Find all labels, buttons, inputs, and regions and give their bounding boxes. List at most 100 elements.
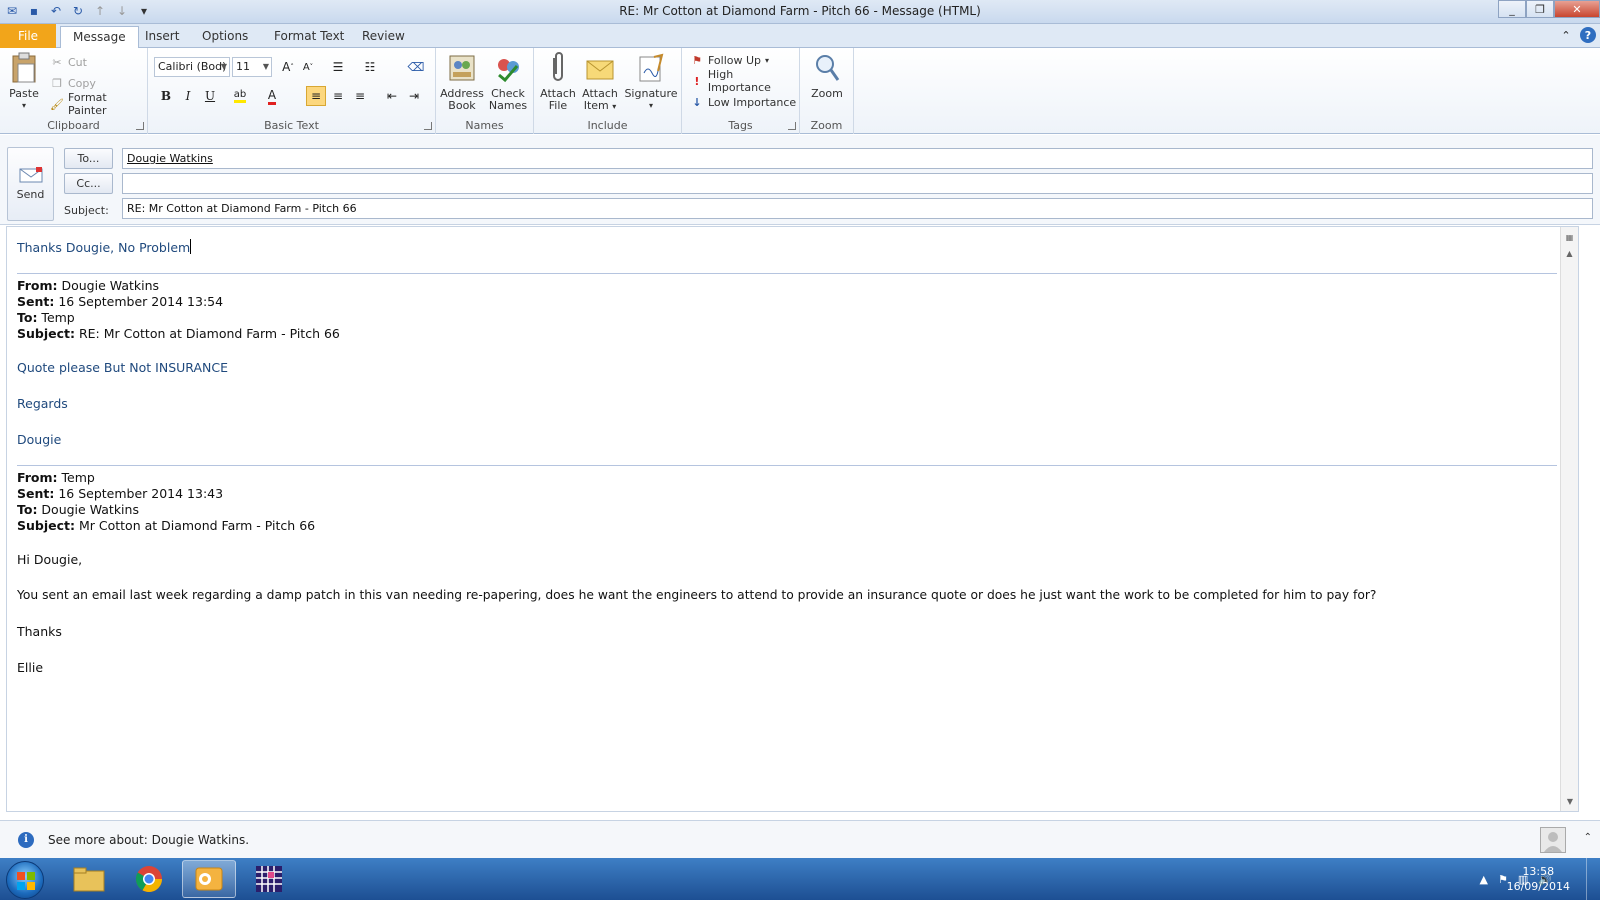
decrease-indent-icon[interactable]: ⇤ [382,86,402,106]
reply-text: Thanks Dougie, No Problem [17,239,192,255]
taskbar-chrome[interactable] [122,860,176,898]
grow-font-icon[interactable]: A ˄ [278,57,298,77]
flag-icon: ⚑ [692,53,702,67]
font-name-combo[interactable]: Calibri (Bod) ▼ [154,57,230,77]
scroll-down-icon[interactable]: ▼ [1562,793,1578,809]
tab-format-text[interactable]: Format Text [262,26,356,48]
italic-icon[interactable]: I [178,86,198,106]
follow-up-label: Follow Up [708,53,762,67]
low-importance-button[interactable]: ↓ Low Importance [690,92,796,112]
taskbar-app[interactable] [242,860,296,898]
quote1-to-label: To: [17,310,38,325]
subject-field[interactable]: RE: Mr Cotton at Diamond Farm - Pitch 66 [122,198,1593,219]
quote1-subject-label: Subject: [17,326,75,341]
clipboard-launcher-icon[interactable] [136,122,144,130]
avatar[interactable] [1540,827,1566,853]
scroll-up-icon[interactable]: ▲ [1562,245,1578,261]
to-recipient[interactable]: Dougie Watkins [127,152,213,165]
scroll-ruler-icon[interactable]: ▦ [1562,229,1578,245]
send-button[interactable]: Send [7,147,54,221]
size-dropdown-arrow-icon: ▼ [262,62,269,71]
underline-icon[interactable]: U [200,86,220,106]
tags-group-label: Tags [728,119,753,132]
start-button[interactable] [6,861,44,899]
quote1-sent-value: 16 September 2014 13:54 [54,294,224,309]
clear-formatting-icon[interactable]: ⌫ [406,57,426,77]
increase-indent-icon[interactable]: ⇥ [404,86,424,106]
tab-review[interactable]: Review [350,26,417,48]
minimize-button[interactable]: _ [1498,0,1526,18]
quote1-line3: Dougie [17,432,62,447]
cc-button[interactable]: Cc... [64,173,113,194]
attach-file-button[interactable]: Attach File [538,52,578,112]
expand-people-pane-icon[interactable]: ⌃ [1584,832,1592,843]
grid-app-icon [256,866,282,892]
close-button[interactable]: ✕ [1554,0,1600,18]
format-painter-button[interactable]: 🖌 Format Painter [50,91,147,117]
taskbar-outlook[interactable] [182,860,236,898]
restore-button[interactable]: ❐ [1526,0,1554,18]
zoom-button[interactable]: Zoom [806,52,848,100]
attach-item-button[interactable]: Attach Item ▾ [580,52,620,113]
windows-taskbar: ▲ ⚑ ▥ 🔊 13:58 16/09/2014 [0,858,1600,900]
copy-label: Copy [68,76,96,90]
show-hidden-icons-icon[interactable]: ▲ [1480,873,1488,886]
send-envelope-icon [18,166,44,184]
group-names: Address Book Check Names Names [436,48,534,134]
paperclip-icon [542,52,574,84]
align-right-icon[interactable]: ≡ [350,86,370,106]
clock[interactable]: 13:58 16/09/2014 [1507,864,1570,894]
tags-launcher-icon[interactable] [788,122,796,130]
tab-insert[interactable]: Insert [133,26,191,48]
message-body[interactable]: Thanks Dougie, No Problem From: Dougie W… [6,226,1579,812]
basic-text-launcher-icon[interactable] [424,122,432,130]
quote2-sent-label: Sent: [17,486,55,501]
quote2-to: To: Dougie Watkins [17,502,139,517]
scissors-icon: ✂ [52,55,62,69]
tab-file[interactable]: File [0,24,56,48]
cut-label: Cut [68,55,87,69]
cut-button[interactable]: ✂ Cut [50,52,87,72]
highlight-icon[interactable]: ab [230,86,250,106]
group-include: Attach File Attach Item ▾ Signature ▾ In… [534,48,682,134]
subject-label: Subject: [64,204,109,217]
tab-options[interactable]: Options [190,26,260,48]
to-button[interactable]: To... [64,148,113,169]
zoom-group-label: Zoom [810,119,843,132]
to-field[interactable]: Dougie Watkins [122,148,1593,169]
vertical-scrollbar[interactable]: ▦ ▲ ▼ [1560,227,1578,811]
tab-message[interactable]: Message [60,26,139,48]
cc-field[interactable] [122,173,1593,194]
help-icon[interactable]: ? [1580,27,1596,43]
address-book-button[interactable]: Address Book [440,52,484,112]
people-pane-bar: i See more about: Dougie Watkins. ⌃ [0,820,1600,858]
align-left-icon[interactable]: ≡ [306,86,326,106]
paintbrush-icon: 🖌 [50,97,64,111]
bullets-icon[interactable]: ☰ [328,57,348,77]
group-tags: ⚑ Follow Up ▾ ! High Importance ↓ Low Im… [682,48,800,134]
minimize-ribbon-icon[interactable]: ⌃ [1558,27,1574,43]
bold-icon[interactable]: B [156,86,176,106]
signature-button[interactable]: Signature ▾ [624,52,678,112]
numbering-icon[interactable]: ☷ [360,57,380,77]
taskbar-explorer[interactable] [62,860,116,898]
font-size-combo[interactable]: 11 ▼ [232,57,272,77]
include-group-label: Include [587,119,628,132]
paste-icon [8,52,40,84]
quote2-paragraph: You sent an email last week regarding a … [17,588,1377,602]
high-importance-button[interactable]: ! High Importance [690,68,799,94]
align-center-icon[interactable]: ≡ [328,86,348,106]
quote1-from: From: Dougie Watkins [17,278,159,293]
group-clipboard: Paste ▾ ✂ Cut ❐ Copy 🖌 Format Painter Cl… [0,48,148,134]
shrink-font-icon[interactable]: A ˅ [298,57,318,77]
windows-logo-icon [17,872,35,890]
see-more-about-text[interactable]: See more about: Dougie Watkins. [48,833,249,847]
copy-button[interactable]: ❐ Copy [50,73,96,93]
font-color-icon[interactable]: A [262,86,282,106]
follow-up-button[interactable]: ⚑ Follow Up ▾ [690,50,769,70]
show-desktop-button[interactable] [1586,858,1600,900]
quote2-subject-label: Subject: [17,518,75,533]
check-names-button[interactable]: Check Names [486,52,530,112]
paste-button[interactable]: Paste ▾ [6,52,42,112]
message-header: Send To... Cc... Subject: Dougie Watkins… [0,135,1600,225]
